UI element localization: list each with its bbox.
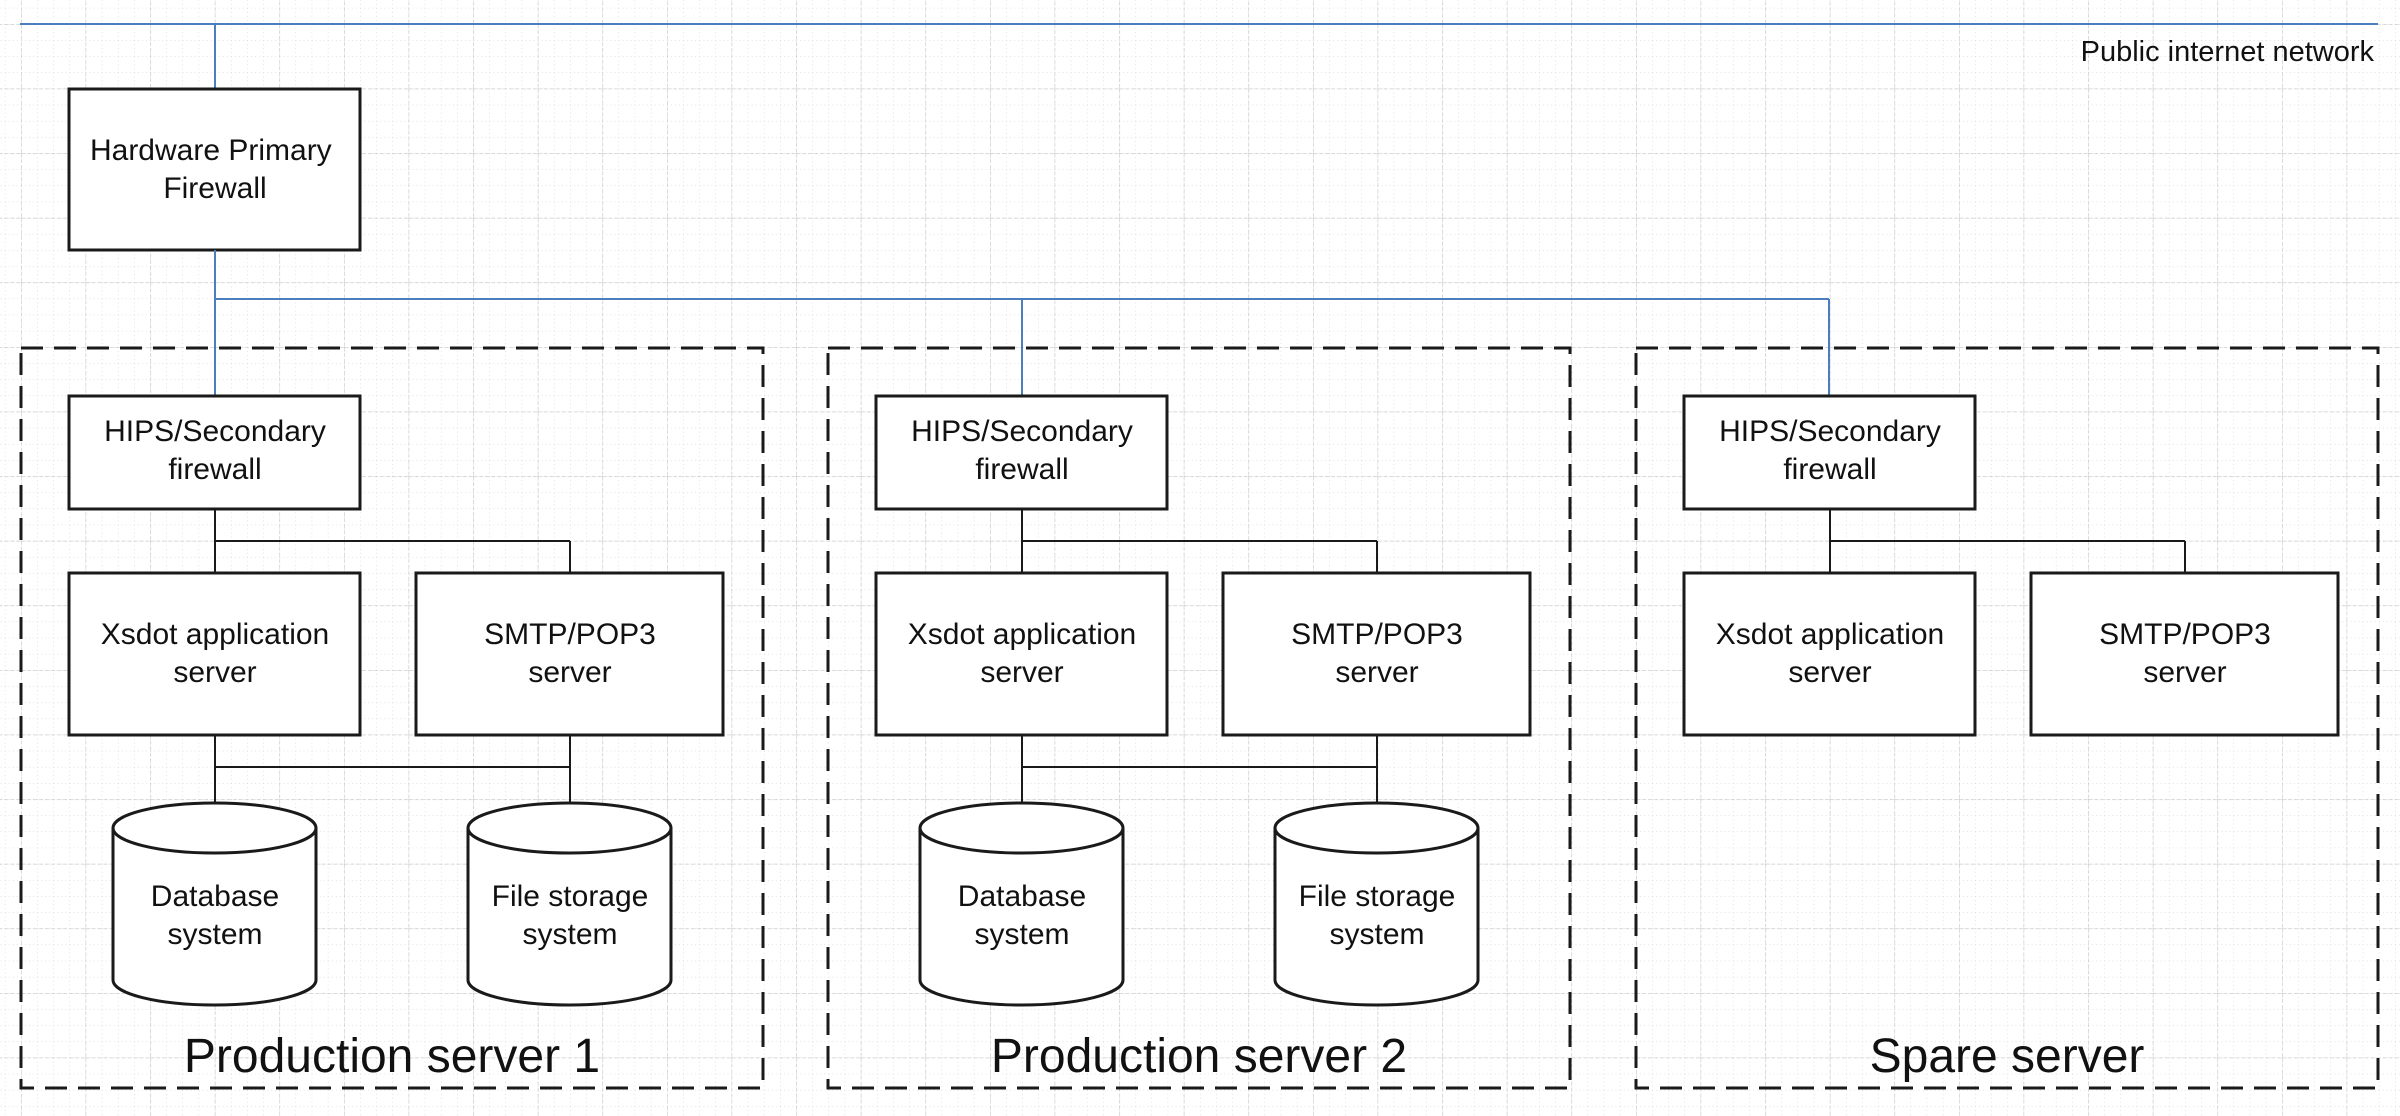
production-server-2-app-server-node[interactable]: Xsdot application server (874, 571, 1169, 737)
spare-server-app-server-node[interactable]: Xsdot application server (1682, 571, 1977, 737)
network-diagram: Public internet network Hardware Primary… (0, 0, 2400, 1116)
primary-firewall-node[interactable]: Hardware Primary Firewall (67, 87, 362, 252)
production-server-1-mail-server-line-2: server (528, 656, 611, 689)
primary-firewall-box[interactable] (67, 87, 362, 252)
spare-server-title: Spare server (1870, 1030, 2145, 1083)
production-server-2-database-line-2: system (974, 918, 1069, 951)
production-server-2-database-line-1: Database (958, 880, 1086, 913)
production-server-1-app-server-line-2: server (173, 656, 256, 689)
production-server-1-database-node[interactable]: Database system (111, 801, 318, 1007)
production-server-1-app-server-node[interactable]: Xsdot application server (67, 571, 362, 737)
production-server-1-hips-firewall-line-1: HIPS/Secondary (104, 415, 326, 448)
production-server-1-hips-firewall-line-2: firewall (168, 453, 261, 486)
production-server-2-app-server-line-1: Xsdot application (908, 618, 1137, 651)
spare-server-hips-firewall-node[interactable]: HIPS/Secondary firewall (1682, 394, 1977, 511)
production-server-2-file-storage-node[interactable]: File storage system (1273, 801, 1480, 1007)
production-server-2-title: Production server 2 (991, 1030, 1407, 1083)
production-server-2-database-node[interactable]: Database system (918, 801, 1125, 1007)
production-server-2-mail-server-line-1: SMTP/POP3 (1291, 618, 1463, 651)
production-server-2-hips-firewall-line-1: HIPS/Secondary (911, 415, 1133, 448)
production-server-2-hips-firewall-line-2: firewall (975, 453, 1068, 486)
production-server-1-mail-server-node[interactable]: SMTP/POP3 server (414, 571, 725, 737)
spare-server-mail-server-node[interactable]: SMTP/POP3 server (2029, 571, 2340, 737)
spare-server-app-server-line-2: server (1788, 656, 1871, 689)
production-server-2-mail-server-line-2: server (1335, 656, 1418, 689)
production-server-2-file-storage-line-2: system (1329, 918, 1424, 951)
production-server-2-file-storage-line-1: File storage (1299, 880, 1456, 913)
production-server-1-file-storage-node[interactable]: File storage system (466, 801, 673, 1007)
spare-server-hips-firewall-line-1: HIPS/Secondary (1719, 415, 1941, 448)
production-server-1-database-line-1: Database (151, 880, 279, 913)
production-server-1-database-line-2: system (167, 918, 262, 951)
spare-server-mail-server-box[interactable] (2029, 571, 2340, 737)
production-server-1-file-storage-line-2: system (522, 918, 617, 951)
spare-server-app-server-box[interactable] (1682, 571, 1977, 737)
spare-server-mail-server-line-1: SMTP/POP3 (2099, 618, 2271, 651)
production-server-2-mail-server-node[interactable]: SMTP/POP3 server (1221, 571, 1532, 737)
production-server-2-mail-server-box[interactable] (1221, 571, 1532, 737)
spare-server-mail-server-line-2: server (2143, 656, 2226, 689)
production-server-2-hips-firewall-node[interactable]: HIPS/Secondary firewall (874, 394, 1169, 511)
public-internet-label: Public internet network (2081, 36, 2375, 68)
spare-server-hips-firewall-line-2: firewall (1783, 453, 1876, 486)
production-server-1-app-server-box[interactable] (67, 571, 362, 737)
production-server-1-mail-server-box[interactable] (414, 571, 725, 737)
production-server-1-app-server-line-1: Xsdot application (101, 618, 330, 651)
spare-server-app-server-line-1: Xsdot application (1716, 618, 1945, 651)
production-server-1-mail-server-line-1: SMTP/POP3 (484, 618, 656, 651)
production-server-2-app-server-line-2: server (980, 656, 1063, 689)
production-server-1-hips-firewall-node[interactable]: HIPS/Secondary firewall (67, 394, 362, 511)
production-server-2-app-server-box[interactable] (874, 571, 1169, 737)
production-server-1-file-storage-line-1: File storage (492, 880, 649, 913)
production-server-1-title: Production server 1 (184, 1030, 600, 1083)
primary-firewall-line-2: Firewall (163, 172, 266, 205)
primary-firewall-line-1: Hardware Primary (90, 134, 332, 167)
